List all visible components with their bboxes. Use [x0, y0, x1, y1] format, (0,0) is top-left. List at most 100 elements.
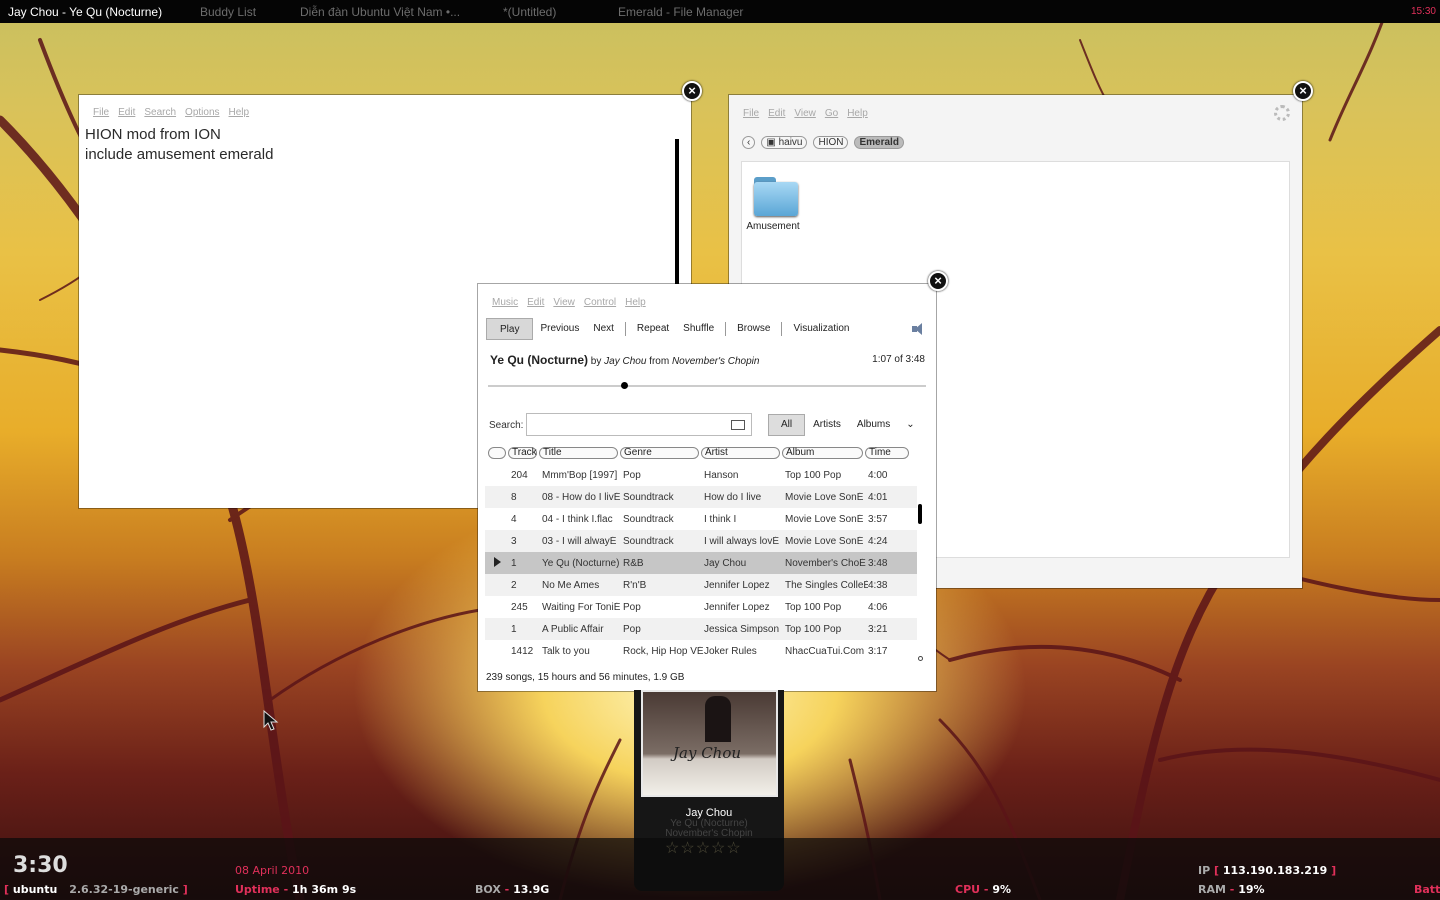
editor-line: include amusement emerald	[85, 146, 274, 163]
seek-handle[interactable]	[620, 382, 628, 389]
path-bar: ‹ ▣ haivu HION Emerald	[742, 136, 904, 149]
cell-time: 3:48	[868, 557, 888, 569]
cell-track: 2	[511, 579, 517, 591]
table-row[interactable]: 4 04 - I think I.flac Soundtrack I think I M…	[485, 508, 917, 530]
cell-time: 4:06	[868, 601, 888, 613]
menu-search[interactable]: Search	[144, 107, 176, 118]
menu-control[interactable]: Control	[584, 297, 616, 308]
play-button[interactable]: Play	[486, 318, 534, 340]
task-file-manager[interactable]: Emerald - File Manager	[618, 5, 743, 19]
back-button[interactable]: ‹	[742, 136, 756, 149]
table-row[interactable]: 2 No Me Ames R'n'B Jennifer Lopez The Single…	[485, 574, 917, 596]
repeat-button[interactable]: Repeat	[630, 318, 676, 340]
table-row[interactable]: 1 Ye Qu (Nocturne) R&B Jay Chou November's C…	[485, 552, 917, 574]
editor-scrollbar[interactable]	[675, 139, 679, 289]
cell-genre: Pop	[623, 623, 641, 635]
filter-all-button[interactable]: All	[768, 413, 806, 436]
previous-button[interactable]: Previous	[533, 318, 586, 340]
top-taskbar: Jay Chou - Ye Qu (Nocturne) Buddy List D…	[0, 0, 1440, 23]
column-genre[interactable]: Genre	[620, 447, 699, 459]
table-header: Track Title Genre Artist Album Time	[485, 442, 917, 464]
cell-artist: Jay Chou	[704, 557, 747, 569]
cell-time: 3:21	[868, 623, 888, 635]
folder-amusement[interactable]: Amusement	[746, 175, 801, 232]
column-track[interactable]: Track	[508, 447, 537, 459]
cpu-value: 9%	[992, 883, 1012, 896]
menu-view[interactable]: View	[553, 297, 575, 308]
cell-time: 3:17	[868, 645, 888, 657]
visualization-button[interactable]: Visualization	[786, 318, 856, 340]
player-close-icon[interactable]: ×	[928, 271, 948, 291]
task-browser[interactable]: Diễn đàn Ubuntu Việt Nam •...	[300, 5, 460, 19]
scroll-end-icon	[918, 656, 923, 661]
album-art-text: Jay Chou	[673, 744, 742, 762]
menu-go[interactable]: Go	[825, 108, 838, 119]
conky-ip: IP [ 113.190.183.219 ]	[1198, 864, 1337, 877]
cell-title: A Public Affair	[542, 623, 604, 635]
task-text-editor[interactable]: *(Untitled)	[503, 5, 556, 19]
menu-file[interactable]: File	[743, 108, 759, 119]
column-title[interactable]: Title	[539, 447, 618, 459]
task-music-player[interactable]: Jay Chou - Ye Qu (Nocturne)	[8, 5, 162, 19]
table-row[interactable]: 3 03 - I will alwayÉ Soundtrack I will alwa…	[485, 530, 917, 552]
music-player-window: Music Edit View Control Help Play Previo…	[478, 284, 936, 691]
search-row: Search: All Artists Albums ⌄	[489, 413, 929, 437]
shuffle-button[interactable]: Shuffle	[676, 318, 721, 340]
next-button[interactable]: Next	[586, 318, 621, 340]
cell-genre: Soundtrack	[623, 535, 674, 547]
conky-box: BOX - 13.9G	[475, 883, 550, 896]
fm-menubar: File Edit View Go Help	[743, 108, 868, 119]
seek-bar[interactable]	[488, 382, 926, 389]
browse-button[interactable]: Browse	[730, 318, 777, 340]
cell-time: 4:01	[868, 491, 888, 503]
cell-album: Movie Love SonÉ	[785, 513, 864, 525]
menu-view[interactable]: View	[794, 108, 816, 119]
chevron-down-icon[interactable]: ⌄	[898, 419, 922, 430]
filter-artists-button[interactable]: Artists	[805, 419, 849, 430]
cell-album: Movie Love SonÉ	[785, 491, 864, 503]
editor-menubar: File Edit Search Options Help	[93, 107, 249, 118]
menu-file[interactable]: File	[93, 107, 109, 118]
path-emerald[interactable]: Emerald	[854, 136, 904, 149]
editor-text-area[interactable]: HION mod from ION include amusement emer…	[85, 125, 273, 165]
toolbar-separator	[781, 322, 783, 336]
table-row[interactable]: 1412 Talk to you Rock, Hip Hop VÉ Joker Rul…	[485, 640, 917, 662]
search-input[interactable]	[526, 413, 752, 436]
keyboard-icon[interactable]	[731, 420, 745, 430]
table-scrollbar[interactable]	[918, 504, 922, 524]
table-row[interactable]: 204 Mmm'Bop [1997] Pop Hanson Top 100 Pop 4:0…	[485, 464, 917, 486]
fm-close-icon[interactable]: ×	[1293, 81, 1313, 101]
volume-icon[interactable]	[910, 321, 926, 337]
menu-help[interactable]: Help	[847, 108, 868, 119]
task-buddy-list[interactable]: Buddy List	[200, 5, 256, 19]
cell-artist: I will always lovÉ	[704, 535, 780, 547]
column-album[interactable]: Album	[782, 447, 863, 459]
column-time[interactable]: Time	[865, 447, 909, 459]
table-row[interactable]: 245 Waiting For ToniÉ Pop Jennifer Lopez Top…	[485, 596, 917, 618]
table-row[interactable]: 8 08 - How do I livÉ Soundtrack How do I li…	[485, 486, 917, 508]
folder-label: Amusement	[746, 221, 800, 232]
cell-title: Waiting For ToniÉ	[542, 601, 621, 613]
filter-albums-button[interactable]: Albums	[849, 419, 898, 430]
loading-spinner-icon	[1274, 105, 1290, 121]
speaker-column-icon[interactable]	[488, 447, 506, 459]
column-artist[interactable]: Artist	[701, 447, 780, 459]
path-hion[interactable]: HION	[813, 136, 849, 149]
cpu-label: CPU	[955, 883, 981, 896]
menu-edit[interactable]: Edit	[527, 297, 544, 308]
table-row[interactable]: 1 A Public Affair Pop Jessica Simpson Top 10…	[485, 618, 917, 640]
conky-ram: RAM - 19%	[1198, 883, 1265, 896]
menu-help[interactable]: Help	[229, 107, 250, 118]
now-playing-title: Ye Qu (Nocturne)	[490, 353, 589, 367]
cell-track: 4	[511, 513, 517, 525]
menu-edit[interactable]: Edit	[118, 107, 135, 118]
path-home[interactable]: ▣ haivu	[761, 136, 808, 149]
menu-edit[interactable]: Edit	[768, 108, 785, 119]
editor-close-icon[interactable]: ×	[682, 81, 702, 101]
cell-genre: Rock, Hip Hop VÉ	[623, 645, 704, 657]
cell-artist: Jennifer Lopez	[704, 601, 770, 613]
menu-help[interactable]: Help	[625, 297, 646, 308]
track-table: Track Title Genre Artist Album Time 204 M…	[485, 442, 917, 666]
menu-options[interactable]: Options	[185, 107, 219, 118]
menu-music[interactable]: Music	[492, 297, 518, 308]
